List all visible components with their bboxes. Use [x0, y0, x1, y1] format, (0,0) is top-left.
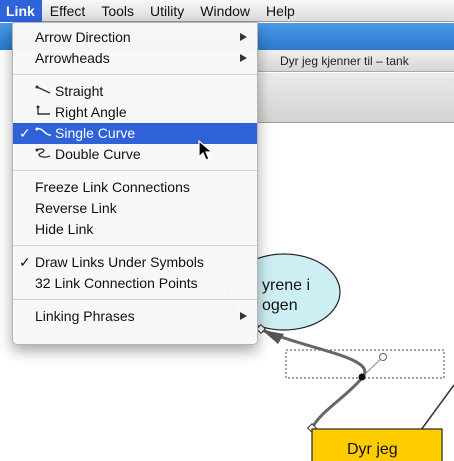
double-curve-icon — [35, 145, 55, 166]
menu-separator — [13, 245, 257, 246]
curve-mid-point[interactable] — [358, 373, 366, 381]
menu-item-arrowheads[interactable]: Arrowheads — [13, 48, 257, 69]
menu-item-label: Linking Phrases — [35, 308, 135, 324]
menu-separator — [13, 74, 257, 75]
single-curve-icon — [35, 124, 55, 145]
menu-item-label: Arrowheads — [35, 50, 110, 66]
mouse-cursor-icon — [198, 140, 214, 161]
right-angle-icon — [35, 103, 55, 124]
menu-item-hide-link[interactable]: Hide Link — [13, 219, 257, 240]
menu-item-label: Right Angle — [55, 104, 127, 120]
straight-line-icon — [35, 82, 55, 103]
menu-item-draw-links-under-symbols[interactable]: ✓ Draw Links Under Symbols — [13, 252, 257, 273]
menu-item-label: Straight — [55, 83, 104, 99]
rectangle-label: Dyr jeg — [347, 441, 398, 458]
menu-item-label: Draw Links Under Symbols — [35, 254, 204, 270]
menu-item-32-link-connection-points[interactable]: 32 Link Connection Points — [13, 273, 257, 294]
menu-item-label: Freeze Link Connections — [35, 179, 190, 195]
menu-item-straight[interactable]: Straight — [13, 81, 257, 102]
menu-separator — [13, 299, 257, 300]
menu-item-arrow-direction[interactable]: Arrow Direction — [13, 27, 257, 48]
menu-item-single-curve[interactable]: ✓ Single Curve — [13, 123, 257, 144]
submenu-arrow-icon — [240, 54, 247, 62]
menu-item-right-angle[interactable]: Right Angle — [13, 102, 257, 123]
link-dropdown-menu: Arrow Direction Arrowheads Straight Righ… — [12, 22, 258, 345]
checkmark-icon: ✓ — [19, 125, 31, 141]
menu-item-label: Hide Link — [35, 221, 94, 237]
link-arrowhead — [262, 330, 284, 344]
menu-item-reverse-link[interactable]: Reverse Link — [13, 198, 257, 219]
menu-separator — [13, 170, 257, 171]
oval-label-line2: ogen — [262, 297, 298, 314]
menu-item-double-curve[interactable]: Double Curve — [13, 144, 257, 165]
menu-item-label: Reverse Link — [35, 200, 117, 216]
oval-label-line1: yrene i — [262, 277, 310, 294]
curve-control-point[interactable] — [379, 353, 387, 361]
menu-item-label: Single Curve — [55, 125, 136, 141]
menu-item-label: Arrow Direction — [35, 29, 131, 45]
menu-item-label: 32 Link Connection Points — [35, 275, 198, 291]
submenu-arrow-icon — [240, 33, 247, 41]
submenu-arrow-icon — [240, 312, 247, 320]
curve-control-line — [361, 356, 384, 378]
checkmark-icon: ✓ — [19, 254, 31, 270]
menu-item-linking-phrases[interactable]: Linking Phrases — [13, 306, 257, 327]
menu-item-label: Double Curve — [55, 146, 141, 162]
menu-item-freeze-link-connections[interactable]: Freeze Link Connections — [13, 177, 257, 198]
curved-link[interactable] — [261, 328, 367, 429]
other-link-line[interactable] — [420, 384, 454, 431]
